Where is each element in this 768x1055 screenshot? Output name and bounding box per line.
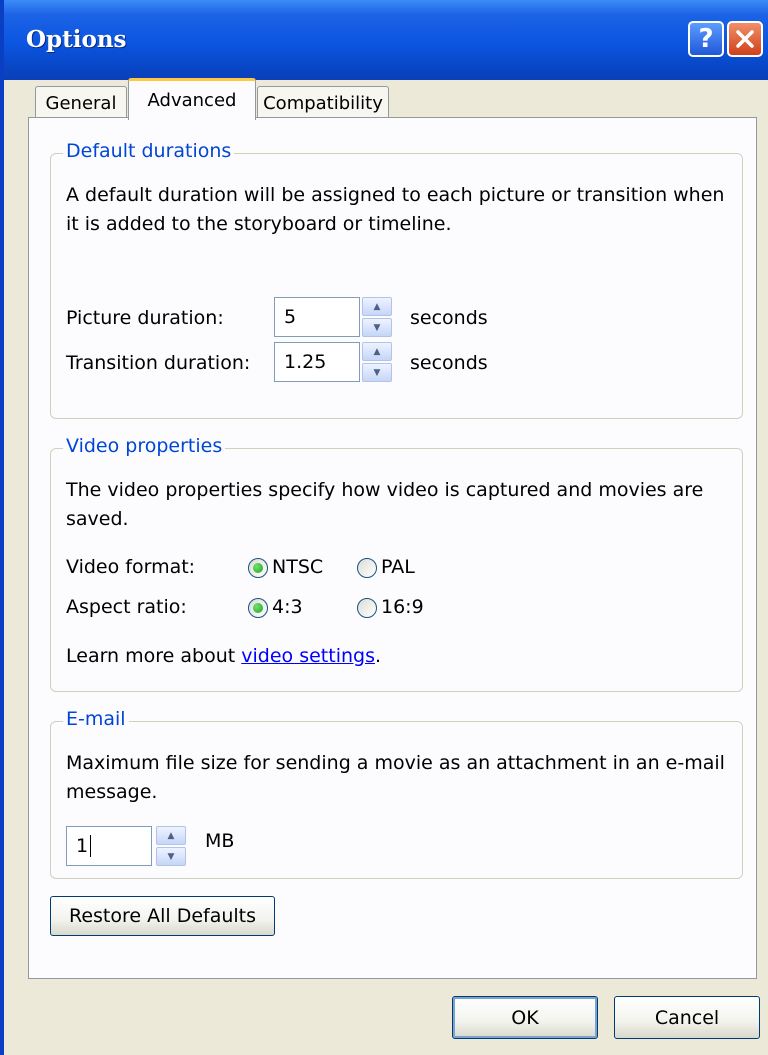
transition-duration-label: Transition duration: <box>66 352 251 374</box>
video-properties-description-line-2: saved. <box>66 508 129 530</box>
email-size-spinner[interactable]: ▲ ▼ <box>156 826 186 866</box>
radio-ntsc-label[interactable]: NTSC <box>272 553 323 582</box>
email-description-line-1: Maximum file size for sending a movie as… <box>66 752 725 774</box>
email-size-input[interactable]: 1 <box>66 826 152 866</box>
advanced-panel: Default durations A default duration wil… <box>28 117 757 979</box>
radio-ntsc[interactable] <box>248 558 268 578</box>
help-icon: ? <box>698 24 714 54</box>
spin-down-icon[interactable]: ▼ <box>156 847 186 866</box>
aspect-ratio-label: Aspect ratio: <box>66 596 187 618</box>
learn-more-text: Learn more about video settings. <box>66 642 381 671</box>
default-durations-group: Default durations A default duration wil… <box>50 140 743 419</box>
spin-up-icon[interactable]: ▲ <box>362 342 392 361</box>
close-button[interactable] <box>727 21 763 57</box>
picture-duration-unit: seconds <box>410 307 488 329</box>
help-button[interactable]: ? <box>688 21 724 57</box>
email-group: E-mail Maximum file size for sending a m… <box>50 708 743 879</box>
picture-duration-label: Picture duration: <box>66 307 224 329</box>
spin-down-icon[interactable]: ▼ <box>362 363 392 382</box>
picture-duration-input[interactable]: 5 <box>274 297 360 337</box>
email-title: E-mail <box>63 708 129 730</box>
video-properties-group: Video properties The video properties sp… <box>50 435 743 692</box>
email-size-value: 1 <box>76 835 89 857</box>
tab-compatibility[interactable]: Compatibility <box>257 86 389 120</box>
radio-16-9-label[interactable]: 16:9 <box>381 593 424 622</box>
cancel-button[interactable]: Cancel <box>614 996 760 1039</box>
video-format-label: Video format: <box>66 556 196 578</box>
transition-duration-spinner[interactable]: ▲ ▼ <box>362 342 392 382</box>
title-bar[interactable]: Options ? <box>4 0 768 80</box>
ok-button[interactable]: OK <box>452 996 598 1039</box>
tab-advanced-label: Advanced <box>147 90 237 111</box>
options-dialog: Options ? General Advanced Compatibility… <box>0 0 768 1055</box>
tab-advanced[interactable]: Advanced <box>128 78 256 120</box>
text-caret <box>90 835 92 857</box>
video-properties-title: Video properties <box>63 435 226 457</box>
tab-compatibility-label: Compatibility <box>263 93 383 114</box>
spin-down-icon[interactable]: ▼ <box>362 318 392 337</box>
video-settings-link[interactable]: video settings <box>241 645 375 667</box>
close-icon <box>736 30 754 48</box>
default-durations-description-line-1: A default duration will be assigned to e… <box>66 184 725 206</box>
spin-up-icon[interactable]: ▲ <box>156 826 186 845</box>
default-durations-description-line-2: it is added to the storyboard or timelin… <box>66 213 452 235</box>
tab-general-label: General <box>45 93 117 114</box>
spin-up-icon[interactable]: ▲ <box>362 297 392 316</box>
email-description-line-2: message. <box>66 781 158 803</box>
learn-more-prefix: Learn more about <box>66 645 242 667</box>
window-title: Options <box>26 26 127 53</box>
transition-duration-input[interactable]: 1.25 <box>274 342 360 382</box>
restore-all-defaults-button[interactable]: Restore All Defaults <box>50 896 275 936</box>
default-durations-title: Default durations <box>63 140 235 162</box>
radio-pal-label[interactable]: PAL <box>381 553 415 582</box>
radio-pal[interactable] <box>357 558 377 578</box>
learn-more-suffix: . <box>374 645 382 667</box>
radio-16-9[interactable] <box>357 598 377 618</box>
email-size-unit: MB <box>205 830 235 852</box>
video-properties-description-line-1: The video properties specify how video i… <box>66 479 704 501</box>
radio-4-3[interactable] <box>248 598 268 618</box>
transition-duration-unit: seconds <box>410 352 488 374</box>
radio-4-3-label[interactable]: 4:3 <box>272 593 303 622</box>
picture-duration-spinner[interactable]: ▲ ▼ <box>362 297 392 337</box>
tab-general[interactable]: General <box>35 86 127 120</box>
